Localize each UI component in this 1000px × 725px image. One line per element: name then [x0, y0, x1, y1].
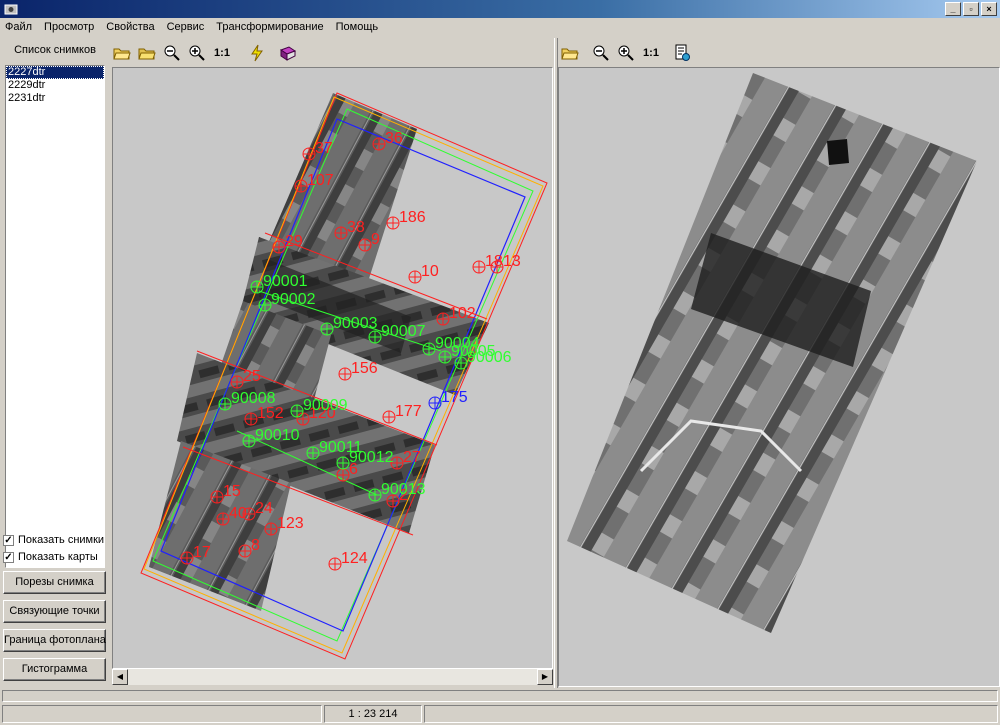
point-label: 90003 — [333, 315, 378, 332]
zoom-out-icon[interactable] — [591, 43, 611, 63]
red-control-point[interactable]: 156 — [338, 360, 378, 381]
point-label: 90009 — [303, 397, 348, 414]
red-control-point[interactable]: 124 — [328, 550, 368, 571]
show-images-checkbox[interactable]: ✓ Показать снимки — [3, 534, 104, 546]
point-label: 186 — [399, 209, 426, 226]
image-list-item[interactable]: 2229dtr — [6, 79, 104, 92]
point-label: 123 — [277, 515, 304, 532]
point-label: 90006 — [467, 349, 512, 366]
show-images-label: Показать снимки — [18, 534, 105, 546]
open-folder-icon[interactable] — [560, 43, 580, 63]
photoplan-border-button[interactable]: Граница фотоплана — [3, 629, 106, 652]
zoom-actual-size-button[interactable]: 1:1 — [212, 43, 232, 63]
point-label: 124 — [341, 550, 368, 567]
point-label: 15 — [223, 483, 241, 500]
point-label: 90010 — [255, 427, 300, 444]
scroll-left-icon[interactable]: ◀ — [112, 669, 128, 685]
left-map-viewport[interactable]: 36 37 107 38 186 9 29 10 18 13 102 156 25 177 152 120 27… — [112, 67, 553, 669]
image-listbox[interactable]: 2227dtr 2229dtr 2231dtr — [5, 65, 105, 568]
status-panel — [424, 705, 998, 723]
point-label: 152 — [257, 405, 284, 422]
scroll-right-icon[interactable]: ▶ — [537, 669, 553, 685]
point-label: 107 — [307, 172, 334, 189]
close-button[interactable]: × — [981, 2, 997, 16]
red-control-point[interactable]: 177 — [382, 403, 422, 424]
point-label: 38 — [347, 219, 365, 236]
menu-view[interactable]: Просмотр — [38, 18, 100, 37]
point-label: 29 — [285, 233, 303, 250]
right-map-viewport[interactable] — [558, 67, 1000, 687]
open-folder-icon[interactable] — [112, 43, 132, 63]
point-label: 10 — [421, 263, 439, 280]
point-label: 24 — [255, 500, 273, 517]
menu-file[interactable]: Файл — [0, 18, 38, 37]
tie-points-button[interactable]: Связующие точки — [3, 600, 106, 623]
right-toolbar: 1:1 — [560, 40, 692, 66]
point-label: 40 — [229, 505, 247, 522]
histogram-button[interactable]: Гистограмма — [3, 658, 106, 681]
progress-bar — [2, 690, 998, 702]
image-cuts-button[interactable]: Порезы снимка — [3, 571, 106, 594]
status-panel — [2, 705, 322, 723]
show-maps-checkbox[interactable]: ✓ Показать карты — [3, 551, 98, 563]
app-icon — [4, 4, 18, 15]
zoom-in-icon[interactable] — [616, 43, 636, 63]
show-maps-label: Показать карты — [18, 551, 98, 563]
photo-mosaic-canvas[interactable]: 3637107381869291018 1310215625177152 12027… — [113, 68, 553, 669]
point-label: 17 — [193, 544, 211, 561]
menu-service[interactable]: Сервис — [161, 18, 211, 37]
horizontal-scrollbar[interactable]: ◀ ▶ — [112, 669, 553, 685]
point-label: 90013 — [381, 481, 426, 498]
status-bar: 1 : 23 214 — [0, 688, 1000, 725]
point-label: 90001 — [263, 273, 308, 290]
point-label: 90007 — [381, 323, 426, 340]
menu-transform[interactable]: Трансформирование — [210, 18, 329, 37]
point-label: 90012 — [349, 449, 394, 466]
orthophoto-canvas[interactable] — [559, 68, 1000, 687]
open-folder-alt-icon[interactable] — [137, 43, 157, 63]
minimize-button[interactable]: _ — [945, 2, 961, 16]
book-icon[interactable] — [278, 43, 298, 63]
orthophoto — [567, 73, 977, 633]
point-label: 175 — [441, 389, 468, 406]
point-label: 8 — [251, 537, 260, 554]
image-list-item[interactable]: 2231dtr — [6, 92, 104, 105]
point-label: 156 — [351, 360, 378, 377]
image-list-panel: Список снимков 2227dtr 2229dtr 2231dtr ✓… — [0, 38, 110, 688]
red-control-point[interactable]: 10 — [408, 263, 439, 284]
checkbox-box[interactable]: ✓ — [3, 551, 14, 563]
point-label: 27 — [403, 449, 421, 466]
point-label: 177 — [395, 403, 422, 420]
left-toolbar: 1:1 — [112, 40, 298, 66]
maximize-button[interactable]: ▫ — [963, 2, 979, 16]
point-label: 90002 — [271, 291, 316, 308]
menu-properties[interactable]: Свойства — [100, 18, 160, 37]
zoom-actual-size-button[interactable]: 1:1 — [641, 43, 661, 63]
point-label: 37 — [315, 140, 333, 157]
menu-bar: Файл Просмотр Свойства Сервис Трансформи… — [0, 18, 1000, 37]
point-label: 36 — [385, 130, 403, 147]
menu-help[interactable]: Помощь — [330, 18, 385, 37]
map-scale: 1 : 23 214 — [324, 705, 422, 723]
checkbox-box[interactable]: ✓ — [3, 534, 14, 546]
image-list-item[interactable]: 2227dtr — [6, 66, 104, 79]
point-label: 90008 — [231, 390, 276, 407]
title-bar: _ ▫ × — [0, 0, 1000, 18]
image-list-title: Список снимков — [14, 44, 96, 56]
document-settings-icon[interactable] — [672, 43, 692, 63]
point-label: 13 — [503, 253, 521, 270]
red-control-point[interactable]: 186 — [386, 209, 426, 230]
point-label: 25 — [243, 368, 261, 385]
zoom-in-icon[interactable] — [187, 43, 207, 63]
zoom-out-icon[interactable] — [162, 43, 182, 63]
point-label: 102 — [449, 305, 476, 322]
lake — [827, 139, 849, 165]
lightning-icon[interactable] — [247, 43, 267, 63]
point-label: 9 — [371, 231, 380, 248]
